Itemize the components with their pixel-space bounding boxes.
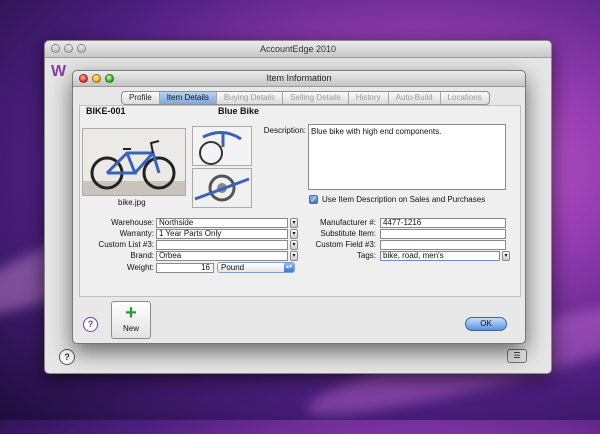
zoom-icon[interactable]: [105, 74, 114, 83]
plus-icon: +: [125, 302, 137, 324]
back-help-button[interactable]: ?: [59, 349, 75, 365]
warehouse-field[interactable]: Northside: [156, 218, 288, 228]
manufacturer-label: Manufacturer #:: [319, 218, 376, 227]
tags-field[interactable]: bike, road, men's: [380, 251, 500, 261]
substitute-item-field[interactable]: [380, 229, 506, 239]
item-details-panel: BIKE-001 Blue Bike bike.jpg Description:…: [79, 105, 521, 297]
item-name: Blue Bike: [218, 106, 260, 116]
custom-list-3-button[interactable]: ▾: [290, 240, 298, 250]
bicycle-image: [83, 140, 185, 195]
background-window-title: AccountEdge 2010: [259, 44, 337, 54]
bike-handlebar-image: [199, 131, 242, 165]
brand-list-button[interactable]: ▾: [290, 251, 298, 261]
minimize-icon[interactable]: [92, 74, 101, 83]
weight-unit-select[interactable]: Pound ▴▾: [217, 262, 295, 273]
list-icon: ☰: [513, 351, 521, 360]
help-button[interactable]: ?: [83, 317, 98, 332]
background-window-titlebar: AccountEdge 2010: [45, 41, 551, 58]
window-footer: ? + New OK: [79, 299, 519, 339]
item-information-window: Item Information Profile Item Details Bu…: [72, 70, 526, 344]
tab-profile[interactable]: Profile: [122, 92, 160, 104]
minimize-icon[interactable]: [64, 44, 73, 53]
custom-field-3-field[interactable]: [380, 240, 506, 250]
custom-field-3-label: Custom Field #3:: [315, 240, 376, 249]
warehouse-list-button[interactable]: ▾: [290, 218, 298, 228]
new-button-label: New: [122, 324, 139, 333]
item-number: BIKE-001: [86, 106, 126, 116]
description-label: Description:: [263, 126, 306, 135]
tab-auto-build[interactable]: Auto-Build: [389, 92, 441, 104]
weight-label: Weight:: [127, 263, 154, 272]
tags-label: Tags:: [356, 251, 376, 260]
weight-unit-value: Pound: [221, 263, 245, 272]
tab-item-details[interactable]: Item Details: [159, 92, 217, 104]
chevron-updown-icon: ▴▾: [284, 263, 294, 272]
brand-field[interactable]: Orbea: [156, 251, 288, 261]
manufacturer-field[interactable]: 4477-1216: [380, 218, 506, 228]
warehouse-label: Warehouse:: [111, 218, 154, 227]
window-titlebar: Item Information: [73, 71, 525, 87]
close-icon[interactable]: [79, 74, 88, 83]
warranty-label: Warranty:: [119, 229, 154, 238]
item-photo-detail-2[interactable]: [192, 168, 252, 208]
description-field[interactable]: Blue bike with high end components.: [308, 124, 506, 190]
zoom-icon[interactable]: [77, 44, 86, 53]
custom-list-3-field[interactable]: [156, 240, 288, 250]
custom-list-3-label: Custom List #3:: [98, 240, 154, 249]
tab-locations[interactable]: Locations: [441, 92, 489, 104]
tab-buying-details[interactable]: Buying Details: [217, 92, 284, 104]
brand-label: Brand:: [130, 251, 154, 260]
list-view-button[interactable]: ☰: [507, 349, 527, 363]
tab-bar: Profile Item Details Buying Details Sell…: [121, 91, 490, 105]
substitute-item-label: Substitute Item:: [320, 229, 376, 238]
use-description-label: Use Item Description on Sales and Purcha…: [322, 195, 486, 204]
app-logo: W: [51, 63, 67, 80]
warranty-list-button[interactable]: ▾: [290, 229, 298, 239]
tab-history[interactable]: History: [349, 92, 389, 104]
warranty-field[interactable]: 1 Year Parts Only: [156, 229, 288, 239]
ok-button[interactable]: OK: [465, 317, 507, 331]
close-icon[interactable]: [51, 44, 60, 53]
image-filename: bike.jpg: [118, 198, 146, 207]
window-title: Item Information: [266, 73, 332, 83]
bike-drivetrain-image: [194, 174, 250, 202]
tags-list-button[interactable]: ▾: [502, 251, 510, 261]
item-photo-detail-1[interactable]: [192, 126, 252, 166]
weight-field[interactable]: 16: [156, 263, 214, 273]
item-photo-main[interactable]: [82, 128, 186, 196]
use-description-checkbox[interactable]: ✓: [309, 195, 318, 204]
tab-selling-details[interactable]: Selling Details: [283, 92, 349, 104]
new-button[interactable]: + New: [111, 301, 151, 339]
